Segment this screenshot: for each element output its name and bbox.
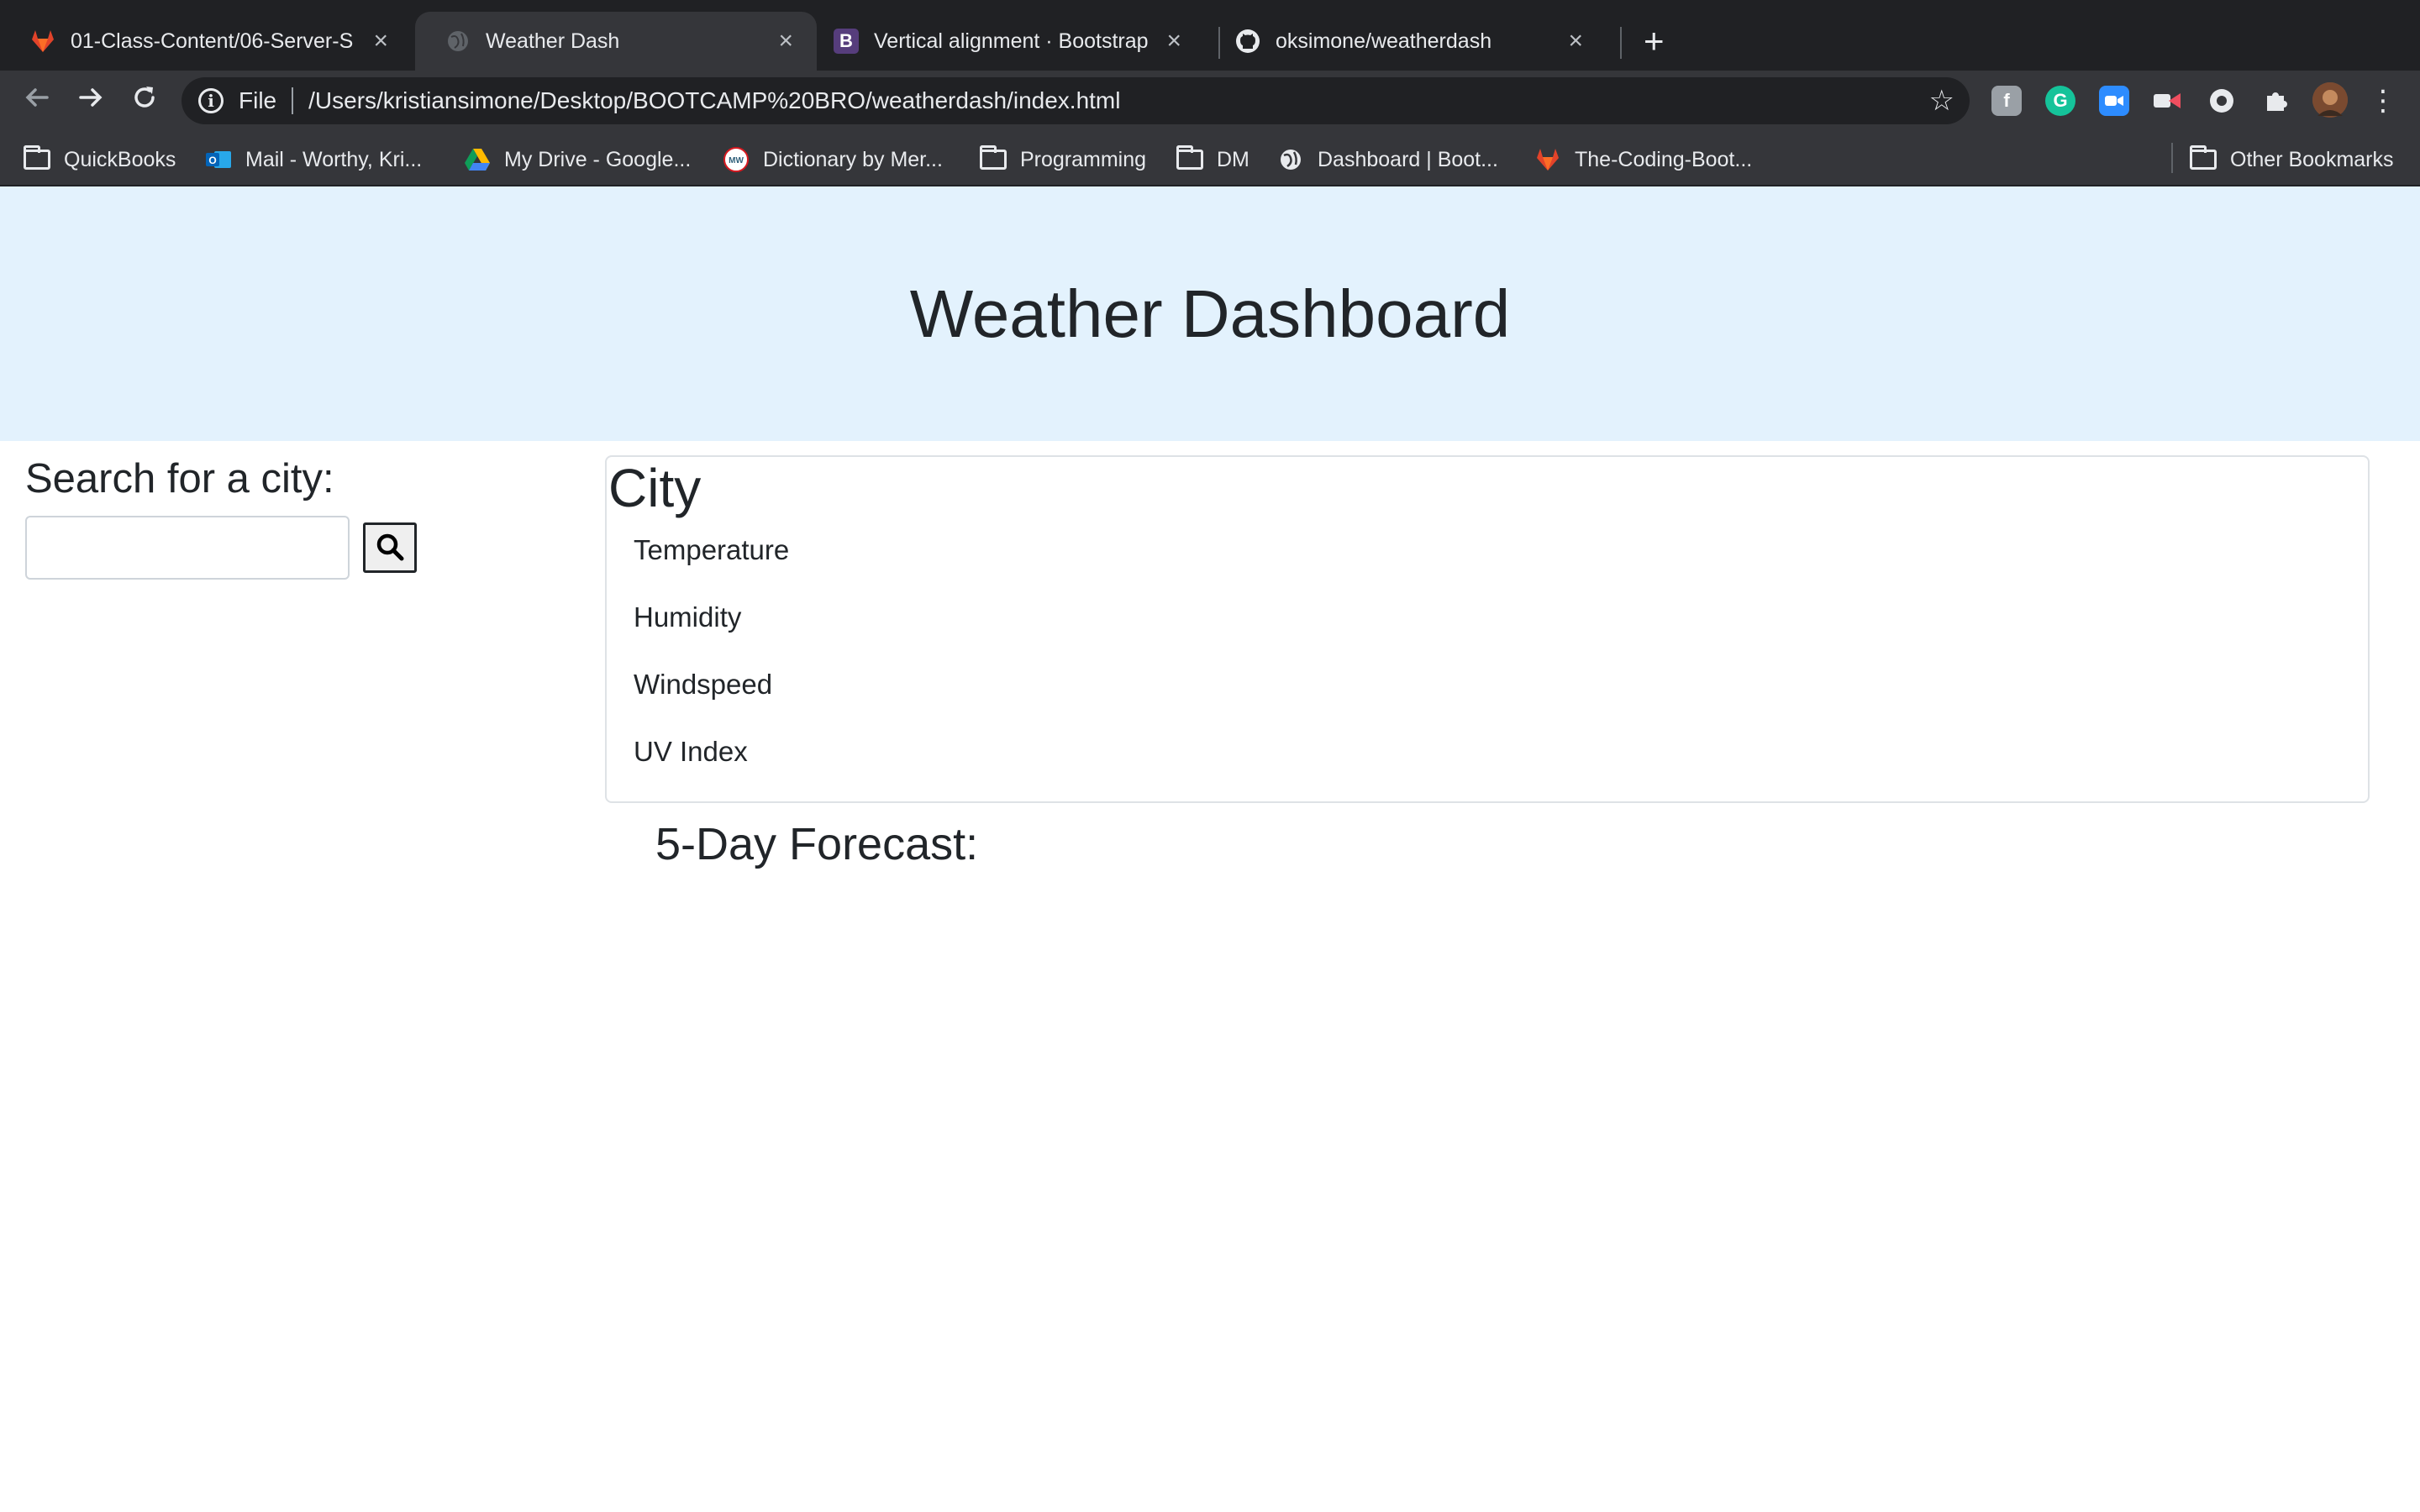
- tab-class-content[interactable]: 01-Class-Content/06-Server-S ×: [0, 12, 412, 71]
- extension-circle-icon[interactable]: [2207, 86, 2237, 116]
- extensions-puzzle-icon[interactable]: [2260, 86, 2291, 116]
- omnibox-divider: [292, 87, 294, 114]
- close-tab-icon[interactable]: ×: [1166, 27, 1181, 55]
- bootstrap-icon: B: [834, 29, 859, 54]
- bookmark-quickbooks[interactable]: QuickBooks: [24, 143, 176, 176]
- bookmark-coding-bootcamp[interactable]: The-Coding-Boot...: [1534, 143, 1752, 176]
- bookmark-label: The-Coding-Boot...: [1575, 147, 1753, 171]
- globe-icon: [1277, 148, 1304, 171]
- forecast-heading: 5-Day Forecast:: [655, 819, 979, 869]
- bookmarks-divider: [2171, 143, 2173, 173]
- bookmark-other[interactable]: Other Bookmarks: [2190, 143, 2394, 176]
- search-icon: [376, 533, 404, 564]
- bookmark-label: Mail - Worthy, Kri...: [245, 147, 423, 171]
- close-tab-icon[interactable]: ×: [1568, 27, 1583, 55]
- reload-icon[interactable]: [126, 82, 163, 119]
- city-name: City: [608, 458, 702, 518]
- current-weather-card: City Temperature Humidity Windspeed UV I…: [605, 455, 2370, 803]
- bookmark-label: Dictionary by Mer...: [763, 147, 943, 171]
- bookmark-label: QuickBooks: [64, 147, 176, 171]
- search-label: Search for a city:: [25, 456, 334, 501]
- bookmarks-bar: QuickBooks O Mail - Worthy, Kri... My Dr…: [0, 131, 2420, 186]
- tab-title: Weather Dash: [486, 29, 620, 53]
- uv-index-field: UV Index: [634, 736, 748, 767]
- more-menu-icon[interactable]: ⋮: [2365, 82, 2402, 119]
- close-tab-icon[interactable]: ×: [778, 27, 793, 55]
- bookmark-label: My Drive - Google...: [504, 147, 692, 171]
- tab-strip: 01-Class-Content/06-Server-S × Weather D…: [0, 0, 2420, 71]
- zoom-icon[interactable]: [2099, 86, 2129, 116]
- bookmark-label: Programming: [1020, 147, 1147, 171]
- svg-text:O: O: [208, 155, 216, 166]
- github-icon: [1235, 29, 1260, 54]
- tab-separator: [1620, 27, 1622, 59]
- tab-github[interactable]: oksimone/weatherdash ×: [1205, 12, 1607, 71]
- temperature-field: Temperature: [634, 534, 790, 565]
- tab-title: Vertical alignment · Bootstrap: [874, 29, 1149, 53]
- bookmark-dm[interactable]: DM: [1176, 143, 1249, 176]
- folder-icon: [1176, 145, 1203, 171]
- bookmark-dictionary[interactable]: MW Dictionary by Mer...: [723, 143, 943, 176]
- bookmark-mail[interactable]: O Mail - Worthy, Kri...: [205, 143, 422, 176]
- page-content: Weather Dashboard Search for a city: Cit…: [0, 186, 2420, 1512]
- back-arrow-icon[interactable]: [18, 82, 55, 119]
- folder-icon: [2190, 145, 2217, 171]
- header-banner: Weather Dashboard: [0, 186, 2420, 441]
- extension-icon[interactable]: f: [1991, 86, 2022, 116]
- tab-title: 01-Class-Content/06-Server-S: [71, 29, 354, 53]
- folder-icon: [24, 145, 50, 171]
- browser-toolbar: i File /Users/kristiansimone/Desktop/BOO…: [0, 71, 2420, 131]
- search-button[interactable]: [363, 522, 417, 573]
- bookmark-star-icon[interactable]: ☆: [1929, 84, 1954, 118]
- grammarly-icon[interactable]: G: [2045, 86, 2075, 116]
- google-drive-icon: [464, 148, 491, 171]
- address-bar[interactable]: i File /Users/kristiansimone/Desktop/BOO…: [182, 77, 1970, 124]
- new-tab-icon[interactable]: +: [1644, 24, 1665, 59]
- close-tab-icon[interactable]: ×: [373, 27, 388, 55]
- url-scheme: File: [239, 87, 277, 113]
- info-icon[interactable]: i: [198, 88, 224, 113]
- profile-avatar[interactable]: [2312, 82, 2348, 118]
- globe-icon: [445, 29, 471, 54]
- page-title: Weather Dashboard: [909, 276, 1511, 351]
- merriam-webster-icon: MW: [723, 147, 750, 172]
- bookmark-label: Other Bookmarks: [2230, 147, 2394, 171]
- gitlab-icon: [30, 29, 55, 54]
- bookmark-dashboard[interactable]: Dashboard | Boot...: [1277, 143, 1498, 176]
- gitlab-icon: [1534, 148, 1561, 171]
- bookmark-programming[interactable]: Programming: [980, 143, 1146, 176]
- svg-text:MW: MW: [729, 156, 744, 165]
- bookmark-label: Dashboard | Boot...: [1318, 147, 1498, 171]
- outlook-icon: O: [205, 148, 232, 171]
- humidity-field: Humidity: [634, 601, 742, 633]
- folder-icon: [980, 145, 1007, 171]
- tab-title: oksimone/weatherdash: [1276, 29, 1492, 53]
- tab-weather-dash[interactable]: Weather Dash ×: [415, 12, 817, 71]
- screencast-icon[interactable]: [2153, 86, 2183, 116]
- bookmark-label: DM: [1217, 147, 1249, 171]
- url-text[interactable]: /Users/kristiansimone/Desktop/BOOTCAMP%2…: [308, 87, 1120, 114]
- forward-arrow-icon[interactable]: [72, 82, 109, 119]
- bookmark-google-drive[interactable]: My Drive - Google...: [464, 143, 691, 176]
- windspeed-field: Windspeed: [634, 669, 773, 700]
- city-search-input[interactable]: [25, 516, 350, 580]
- tab-bootstrap[interactable]: B Vertical alignment · Bootstrap ×: [803, 12, 1205, 71]
